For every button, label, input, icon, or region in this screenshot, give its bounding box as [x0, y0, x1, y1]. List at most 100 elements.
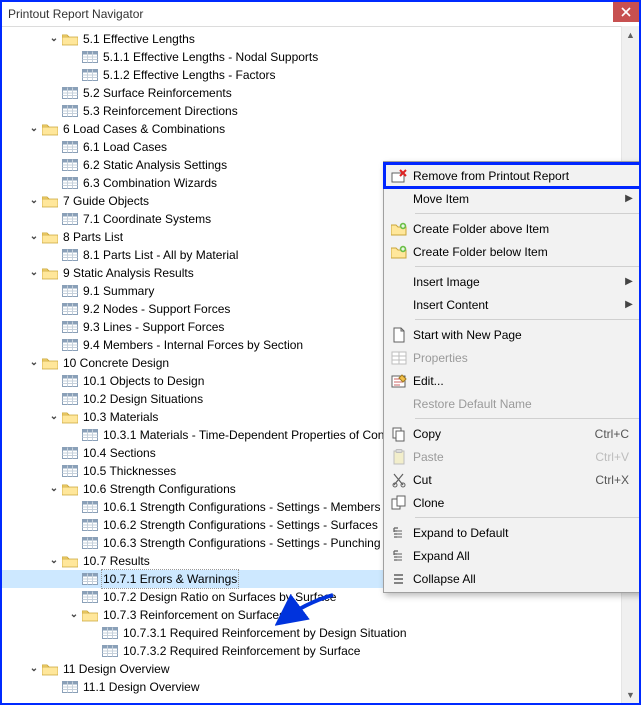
table-icon: [62, 248, 78, 262]
paste-icon: [385, 449, 413, 465]
menu-item-shortcut: Ctrl+C: [595, 427, 635, 441]
tree-item-label: 10.7.3 Reinforcement on Surfaces: [102, 606, 286, 624]
menu-item[interactable]: Insert Image▶: [385, 270, 641, 293]
menu-item[interactable]: Create Folder above Item: [385, 217, 641, 240]
window-title: Printout Report Navigator: [8, 7, 143, 21]
menu-item[interactable]: Start with New Page: [385, 323, 641, 346]
table-icon: [102, 626, 118, 640]
tree-item-label: 7 Guide Objects: [62, 192, 150, 210]
chevron-down-icon[interactable]: ⌄: [28, 354, 40, 372]
chevron-down-icon[interactable]: ⌄: [28, 660, 40, 678]
table-icon: [62, 464, 78, 478]
tree-item[interactable]: 5.1.1 Effective Lengths - Nodal Supports: [2, 48, 622, 66]
menu-item[interactable]: Edit...: [385, 369, 641, 392]
table-icon: [62, 302, 78, 316]
tree-item-label: 5.1 Effective Lengths: [82, 30, 196, 48]
table-icon: [62, 374, 78, 388]
menu-item[interactable]: Move Item▶: [385, 187, 641, 210]
scroll-down-button[interactable]: ▼: [622, 686, 639, 703]
tree-folder[interactable]: ⌄ 5.1 Effective Lengths: [2, 30, 622, 48]
tree-item-label: 10 Concrete Design: [62, 354, 170, 372]
chevron-down-icon[interactable]: ⌄: [68, 606, 80, 624]
title-bar: Printout Report Navigator: [2, 2, 639, 27]
chevron-down-icon[interactable]: ⌄: [48, 408, 60, 426]
table-icon: [62, 446, 78, 460]
tree-item[interactable]: 5.3 Reinforcement Directions: [2, 102, 622, 120]
submenu-arrow-icon: ▶: [623, 276, 635, 287]
tree-item[interactable]: 11.1 Design Overview: [2, 678, 622, 696]
tree-item-label: 10.7.1 Errors & Warnings: [102, 570, 238, 588]
menu-item[interactable]: CopyCtrl+C: [385, 422, 641, 445]
scroll-up-button[interactable]: ▲: [622, 26, 639, 43]
submenu-arrow-icon: ▶: [623, 193, 635, 204]
menu-item-shortcut: Ctrl+X: [595, 473, 635, 487]
chevron-down-icon[interactable]: ⌄: [28, 192, 40, 210]
menu-separator: [415, 418, 639, 419]
tree-item-label: 10.6.3 Strength Configurations - Setting…: [102, 534, 382, 552]
chevron-down-icon[interactable]: ⌄: [48, 480, 60, 498]
tree-item-label: 6.1 Load Cases: [82, 138, 168, 156]
tree-item-label: 10.6.2 Strength Configurations - Setting…: [102, 516, 379, 534]
folder-icon: [42, 194, 58, 208]
table-icon: [62, 176, 78, 190]
remove-icon: [385, 168, 413, 184]
table-icon: [62, 680, 78, 694]
table-icon: [82, 500, 98, 514]
tree-item[interactable]: 5.1.2 Effective Lengths - Factors: [2, 66, 622, 84]
folder-icon: [42, 266, 58, 280]
menu-item[interactable]: Expand All: [385, 544, 641, 567]
chevron-down-icon[interactable]: ⌄: [28, 228, 40, 246]
tree-item-label: 5.1.1 Effective Lengths - Nodal Supports: [102, 48, 319, 66]
menu-item-label: Paste: [413, 450, 595, 464]
menu-item-label: Expand to Default: [413, 526, 635, 540]
menu-item-label: Move Item: [413, 192, 623, 206]
folder-plus-icon: [385, 222, 413, 236]
tree-item-label: 10.1 Objects to Design: [82, 372, 205, 390]
context-menu: Remove from Printout ReportMove Item▶Cre…: [383, 161, 641, 593]
chevron-down-icon[interactable]: ⌄: [48, 30, 60, 48]
tree-item-label: 6 Load Cases & Combinations: [62, 120, 226, 138]
tree-folder[interactable]: ⌄ 6 Load Cases & Combinations: [2, 120, 622, 138]
tree-item[interactable]: 6.1 Load Cases: [2, 138, 622, 156]
close-button[interactable]: [613, 2, 639, 22]
chevron-down-icon[interactable]: ⌄: [48, 552, 60, 570]
table-icon: [62, 104, 78, 118]
tree-item-label: 9 Static Analysis Results: [62, 264, 195, 282]
menu-item-label: Insert Content: [413, 298, 623, 312]
folder-icon: [42, 356, 58, 370]
tree-item-label: 10.5 Thicknesses: [82, 462, 177, 480]
tree-item[interactable]: 5.2 Surface Reinforcements: [2, 84, 622, 102]
menu-item[interactable]: Expand to Default: [385, 521, 641, 544]
tree-item-label: 5.3 Reinforcement Directions: [82, 102, 239, 120]
tree-item-label: 10.7.2 Design Ratio on Surfaces by Surfa…: [102, 588, 337, 606]
table-icon: [82, 536, 98, 550]
chevron-down-icon[interactable]: ⌄: [28, 264, 40, 282]
tree-item[interactable]: 10.7.3.1 Required Reinforcement by Desig…: [2, 624, 622, 642]
menu-item[interactable]: CutCtrl+X: [385, 468, 641, 491]
menu-item-label: Restore Default Name: [413, 397, 635, 411]
menu-item-label: Create Folder below Item: [413, 245, 635, 259]
menu-separator: [415, 266, 639, 267]
copy-icon: [385, 426, 413, 442]
tree-folder[interactable]: ⌄11 Design Overview: [2, 660, 622, 678]
tree-item-label: 6.3 Combination Wizards: [82, 174, 218, 192]
edit-icon: [385, 374, 413, 388]
tree-item-label: 9.4 Members - Internal Forces by Section: [82, 336, 304, 354]
menu-item[interactable]: Insert Content▶: [385, 293, 641, 316]
menu-item[interactable]: Collapse All: [385, 567, 641, 590]
table-icon: [82, 68, 98, 82]
tree-folder[interactable]: ⌄ 10.7.3 Reinforcement on Surfaces: [2, 606, 622, 624]
tree-item[interactable]: 10.7.3.2 Required Reinforcement by Surfa…: [2, 642, 622, 660]
menu-item-label: Edit...: [413, 374, 635, 388]
menu-item[interactable]: Create Folder below Item: [385, 240, 641, 263]
table-icon: [82, 572, 98, 586]
menu-item[interactable]: Clone: [385, 491, 641, 514]
table-icon: [82, 518, 98, 532]
folder-plus-icon: [385, 245, 413, 259]
folder-icon: [82, 608, 98, 622]
folder-icon: [42, 122, 58, 136]
chevron-down-icon[interactable]: ⌄: [28, 120, 40, 138]
collapse-icon: [385, 572, 413, 586]
menu-item[interactable]: Remove from Printout Report: [385, 164, 641, 187]
menu-item: PasteCtrl+V: [385, 445, 641, 468]
